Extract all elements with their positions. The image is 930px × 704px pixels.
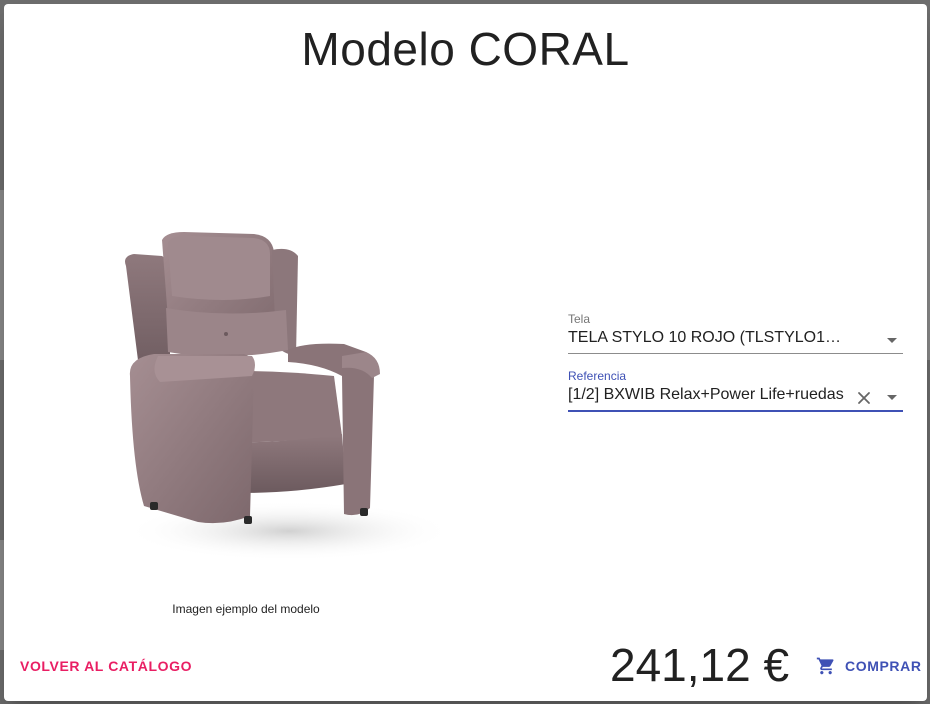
dialog-title: Modelo CORAL: [301, 23, 630, 75]
referencia-underline: [568, 410, 903, 412]
product-image: [104, 226, 464, 566]
image-caption: Imagen ejemplo del modelo: [172, 602, 320, 616]
buy-button[interactable]: COMPRAR: [808, 652, 930, 680]
price-display: 241,12 €: [610, 639, 790, 691]
referencia-label: Referencia: [568, 369, 627, 383]
armchair-image: [124, 232, 454, 561]
back-to-catalog-button[interactable]: VOLVER AL CATÁLOGO: [14, 652, 198, 680]
buy-button-label: COMPRAR: [845, 658, 922, 674]
product-dialog: Modelo CORAL Imagen ejemplo del modelo T…: [4, 4, 927, 701]
arrow-drop-down-icon[interactable]: [883, 334, 901, 346]
referencia-select[interactable]: Referencia [1/2] BXWIB Relax+Power Life+…: [568, 369, 903, 413]
tela-label: Tela: [568, 312, 591, 326]
arrow-drop-down-icon[interactable]: [883, 391, 901, 403]
tela-select[interactable]: Tela TELA STYLO 10 ROJO (TLSTYLO10R...: [568, 312, 903, 356]
tela-value[interactable]: TELA STYLO 10 ROJO (TLSTYLO10R...: [568, 329, 844, 347]
shopping-cart-icon: [816, 657, 834, 675]
tela-underline: [568, 353, 903, 354]
referencia-value[interactable]: [1/2] BXWIB Relax+Power Life+ruedas: [568, 386, 850, 404]
close-icon[interactable]: [856, 390, 872, 406]
